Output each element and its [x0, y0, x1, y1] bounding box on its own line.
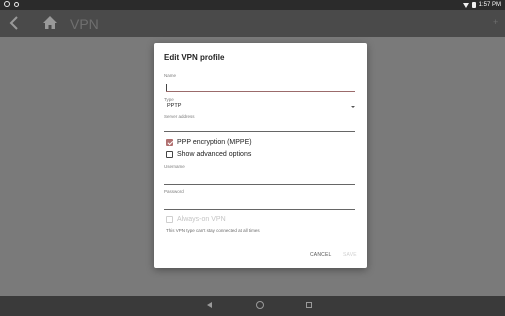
- advanced-options-checkbox-row[interactable]: Show advanced options: [166, 151, 251, 158]
- add-icon[interactable]: +: [493, 18, 501, 27]
- server-address-field[interactable]: [164, 123, 355, 132]
- text-cursor: [166, 84, 167, 91]
- nav-back-icon[interactable]: [207, 302, 212, 308]
- status-bar: 1:57 PM: [0, 0, 505, 10]
- type-dropdown[interactable]: PPTP: [164, 102, 357, 111]
- always-on-note: This VPN type can't stay connected at al…: [166, 228, 260, 233]
- circle-app-icon: [4, 1, 10, 7]
- mppe-checkbox[interactable]: [166, 139, 173, 146]
- circle-sync-icon: [14, 1, 19, 7]
- mppe-checkbox-row[interactable]: PPP encryption (MPPE): [166, 139, 252, 146]
- home-icon[interactable]: [42, 14, 58, 30]
- dropdown-arrow-icon: [351, 106, 355, 108]
- page-title: VPN: [70, 16, 99, 32]
- always-on-checkbox-row: Always-on VPN: [166, 216, 226, 223]
- password-label: Password: [164, 189, 184, 194]
- save-button[interactable]: SAVE: [343, 252, 357, 258]
- app-bar: VPN +: [0, 10, 505, 37]
- username-field[interactable]: [164, 176, 355, 185]
- wifi-icon: [463, 2, 470, 8]
- mppe-label: PPP encryption (MPPE): [177, 139, 252, 146]
- back-arrow-icon[interactable]: [7, 15, 23, 31]
- advanced-options-label: Show advanced options: [177, 151, 252, 158]
- nav-recents-icon[interactable]: [306, 302, 312, 308]
- status-right: 1:57 PM: [463, 1, 501, 9]
- password-field[interactable]: [164, 201, 355, 210]
- status-time: 1:57 PM: [478, 2, 501, 8]
- server-address-label: Server address: [164, 114, 195, 119]
- type-selected-value: PPTP: [167, 103, 182, 109]
- always-on-label: Always-on VPN: [177, 216, 226, 223]
- advanced-options-checkbox[interactable]: [166, 151, 173, 158]
- always-on-checkbox: [166, 216, 173, 223]
- status-left-icons: [4, 1, 19, 7]
- cancel-button[interactable]: CANCEL: [310, 252, 331, 258]
- dialog-title: Edit VPN profile: [164, 53, 225, 62]
- name-field[interactable]: [166, 81, 355, 92]
- battery-icon: [472, 2, 476, 8]
- username-label: Username: [164, 164, 185, 169]
- nav-home-icon[interactable]: [256, 301, 264, 309]
- navigation-bar: [0, 296, 505, 316]
- edit-vpn-dialog: Edit VPN profile Name Type PPTP Server a…: [154, 43, 367, 268]
- name-label: Name: [164, 73, 177, 78]
